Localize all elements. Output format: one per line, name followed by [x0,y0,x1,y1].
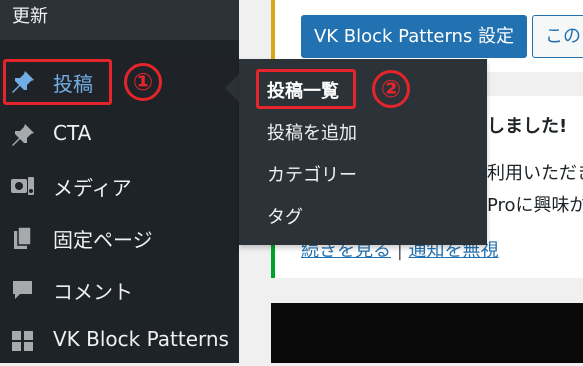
notice-line: 利用いただき [487,163,583,184]
sidebar-item-label: コメント [53,280,133,304]
media-icon [10,173,36,199]
sidebar-item-label: 固定ページ [53,228,153,252]
sidebar-item-label: VK Block Patterns [53,327,229,351]
sidebar-item-label: 更新 [12,6,48,27]
admin-sidebar: 更新 投稿 CTA メディア 固定ページ コメント VK Block Patte… [0,0,239,363]
pin-icon [10,122,36,148]
sidebar-item-label: メディア [53,176,132,200]
submenu-item-tags[interactable]: タグ [267,203,303,229]
submenu-item-add-new-post[interactable]: 投稿を追加 [267,119,357,145]
comment-icon [10,277,36,303]
grid-icon [10,328,36,354]
notice-title: しました! [487,116,568,137]
sidebar-item-update[interactable]: 更新 [0,0,239,40]
sidebar-item-vk-block-patterns[interactable]: VK Block Patterns [0,316,239,366]
secondary-button[interactable]: この [532,15,583,58]
posts-submenu: 投稿一覧 投稿を追加 カテゴリー タグ ② [239,59,487,245]
dark-preview-panel [271,303,583,363]
sidebar-item-label: CTA [53,121,92,145]
pages-icon [10,225,36,251]
sidebar-item-comments[interactable]: コメント [0,265,239,315]
sidebar-item-media[interactable]: メディア [0,161,239,211]
highlight-box-all-posts [256,69,356,109]
sidebar-item-cta[interactable]: CTA [0,110,239,160]
sidebar-item-pages[interactable]: 固定ページ [0,213,239,263]
highlight-box-posts [3,59,112,105]
notice-line: Proに興味が [487,195,583,216]
vk-block-patterns-settings-button[interactable]: VK Block Patterns 設定 [301,15,527,58]
step-2-marker: ② [372,70,410,108]
step-1-marker: ① [124,63,162,101]
flyout-pointer [225,73,240,103]
submenu-item-categories[interactable]: カテゴリー [267,161,357,187]
